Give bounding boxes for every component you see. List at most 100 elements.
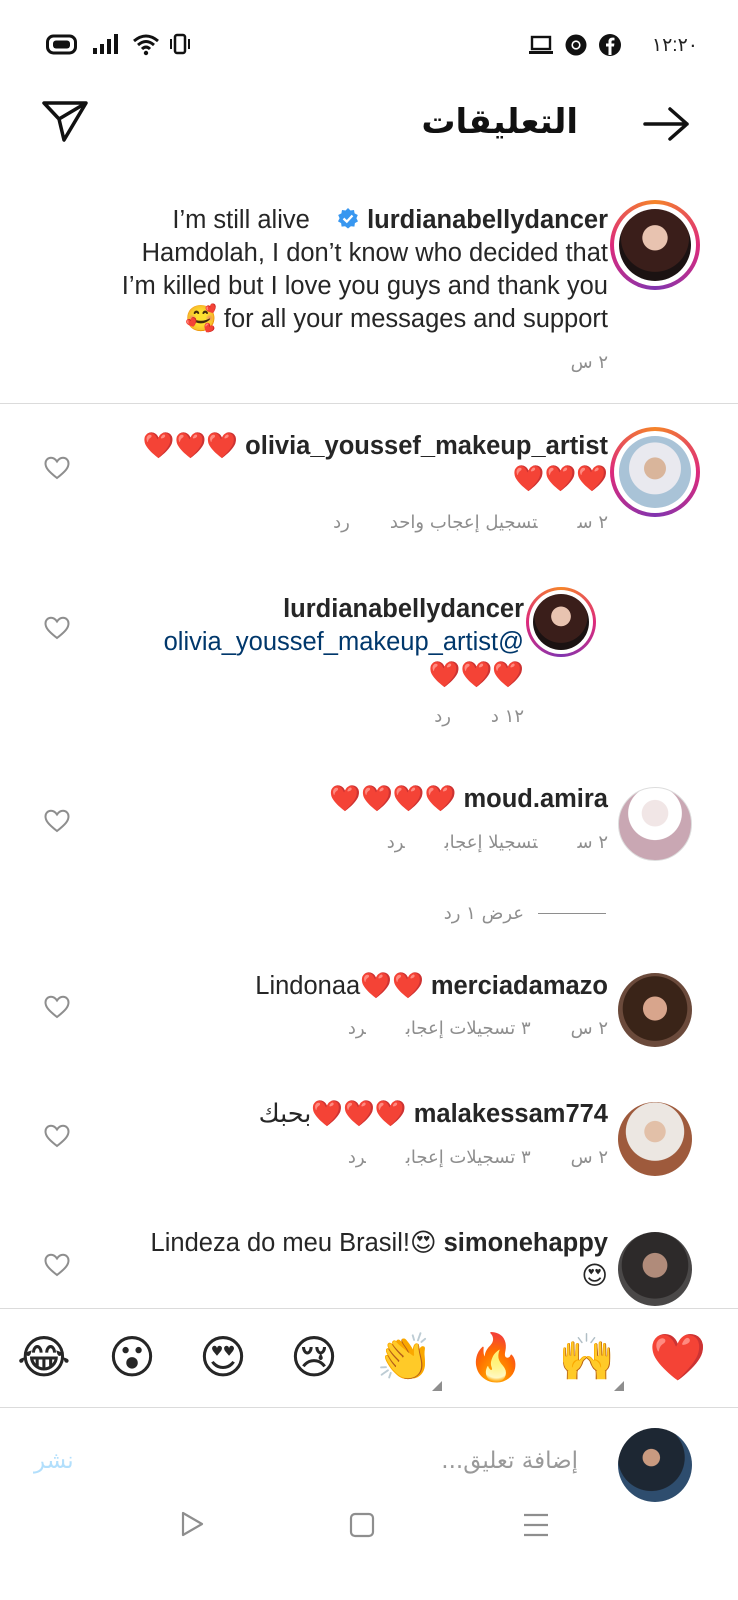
comment-username[interactable]: olivia_youssef_makeup_artist <box>245 432 608 460</box>
comment-composer: إضافة تعليق... نشر <box>0 1408 738 1518</box>
reply-button[interactable]: رد <box>348 1147 366 1168</box>
signal-icon <box>93 34 118 54</box>
caption-emoji: 🥰 <box>185 305 217 333</box>
chrome-icon <box>565 34 587 56</box>
comment-username[interactable]: lurdianabellydancer <box>64 593 524 626</box>
post-button[interactable]: نشر <box>34 1448 74 1474</box>
comment-body: Lindonaa❤️❤️ <box>255 972 424 1000</box>
comment-avatar-ring[interactable] <box>610 427 700 517</box>
system-nav-bar <box>0 1511 738 1600</box>
view-replies-line <box>538 913 606 914</box>
like-heart-icon[interactable] <box>44 809 70 833</box>
like-heart-icon[interactable] <box>44 456 70 480</box>
skin-tone-indicator-icon <box>614 1381 624 1391</box>
comment-body: ❤️❤️❤️ <box>428 661 524 689</box>
caption-line: I’m still alive <box>172 206 310 234</box>
view-replies-button[interactable]: عرض ١ رد <box>444 903 524 924</box>
comment-meta: ٢ س تسجيل إعجاب واحد رد <box>293 512 608 533</box>
caption-text: I’m still alive lurdianabellydancer Hamd… <box>48 204 608 336</box>
avatar <box>619 436 691 508</box>
emoji-raising-hands[interactable]: 🙌 <box>555 1327 619 1387</box>
reply-button[interactable]: رد <box>387 832 405 853</box>
comment-input[interactable]: إضافة تعليق... <box>441 1448 578 1474</box>
emoji-crying[interactable]: 😢 <box>282 1327 346 1387</box>
comment-likes[interactable]: ٣ تسجيلات إعجاب <box>406 1147 531 1168</box>
status-time: ١٢:٢٠ <box>651 35 698 56</box>
comment-time: ٢ س <box>577 512 608 533</box>
status-bar: ١٢:٢٠ <box>0 0 738 90</box>
reply-button[interactable]: رد <box>333 512 350 533</box>
avatar[interactable] <box>618 787 692 861</box>
emoji-heart-eyes[interactable]: 😍 <box>191 1327 255 1387</box>
like-heart-icon[interactable] <box>44 1253 70 1277</box>
emoji-laughing[interactable]: 😂 <box>12 1327 76 1387</box>
skin-tone-indicator-icon <box>432 1381 442 1391</box>
home-square-icon[interactable] <box>348 1511 376 1539</box>
reply-button[interactable]: رد <box>348 1018 366 1039</box>
share-direct-icon[interactable] <box>40 98 90 144</box>
emoji-fire[interactable]: 🔥 <box>464 1327 528 1387</box>
page-title: التعليقات <box>421 102 578 142</box>
mention-link[interactable]: olivia_youssef_makeup_artist@ <box>64 626 524 659</box>
emoji-clapping[interactable]: 👏 <box>373 1327 437 1387</box>
back-triangle-icon[interactable] <box>178 1510 206 1538</box>
comment-text: Lindonaa❤️❤️ merciadamazo <box>88 970 608 1003</box>
comment-text: ❤️❤️❤️❤️ moud.amira <box>88 783 608 816</box>
comment-text: Lindeza do meu Brasil!😍 simonehappy 😍 <box>88 1227 608 1293</box>
like-heart-icon[interactable] <box>44 616 70 640</box>
caption-avatar-ring[interactable] <box>610 200 700 290</box>
comment-body: ❤️❤️❤️ <box>512 465 608 493</box>
comment-text: بحبك❤️❤️❤️ malakessam774 <box>88 1098 608 1131</box>
comment-likes[interactable]: تسجيل إعجاب واحد <box>390 512 538 533</box>
comment-meta: ٢ س تسجيلا إعجاب رد <box>347 832 608 853</box>
caption-divider <box>0 403 738 404</box>
comment-body: ❤️❤️❤️ <box>142 432 239 460</box>
comment-time: ٢ س <box>577 832 608 853</box>
current-user-avatar <box>618 1428 692 1502</box>
comment-time: ١٢ د <box>490 706 524 727</box>
emoji-heart[interactable]: ❤️ <box>646 1327 710 1387</box>
comment-meta: ١٢ د رد <box>394 706 524 727</box>
wifi-icon <box>133 34 159 56</box>
battery-icon <box>46 34 77 55</box>
emoji-surprised[interactable]: 😮 <box>100 1327 164 1387</box>
caption-time: ٢ س <box>570 352 608 373</box>
comment-body: Lindeza do meu Brasil!😍 <box>150 1229 437 1257</box>
caption-line: for all your messages and support <box>223 305 608 333</box>
header: التعليقات <box>0 90 738 165</box>
comment-meta: ٢ س ٣ تسجيلات إعجاب رد <box>308 1018 608 1039</box>
comment-username[interactable]: malakessam774 <box>414 1100 608 1128</box>
caption-line: I’m killed but I love you guys and thank… <box>121 272 608 300</box>
avatar <box>619 209 691 281</box>
comment-username[interactable]: moud.amira <box>463 785 608 813</box>
vibrate-icon <box>170 33 190 55</box>
avatar[interactable] <box>618 973 692 1047</box>
caption-username[interactable]: lurdianabellydancer <box>367 206 608 234</box>
comment-username[interactable]: merciadamazo <box>431 972 608 1000</box>
comment-body: بحبك❤️❤️❤️ <box>258 1100 407 1128</box>
comment-time: ٢ س <box>570 1018 608 1039</box>
comment-body: ❤️❤️❤️❤️ <box>329 785 457 813</box>
comment-meta: ٢ س ٣ تسجيلات إعجاب رد <box>308 1147 608 1168</box>
comment-username[interactable]: simonehappy <box>444 1229 608 1257</box>
avatar <box>533 594 589 650</box>
comment-likes[interactable]: ٣ تسجيلات إعجاب <box>406 1018 531 1039</box>
avatar[interactable] <box>618 1102 692 1176</box>
reply-button[interactable]: رد <box>434 706 451 727</box>
facebook-icon <box>599 34 621 56</box>
comment-text: ❤️❤️❤️ olivia_youssef_makeup_artist ❤️❤️… <box>88 430 608 496</box>
reply-avatar-ring[interactable] <box>526 587 596 657</box>
emoji-quick-bar: ❤️ 🙌 🔥 👏 😢 😍 😮 😂 <box>0 1308 738 1408</box>
caption-line: Hamdolah, I don’t know who decided that <box>141 239 608 267</box>
avatar[interactable] <box>618 1232 692 1306</box>
comment-likes[interactable]: تسجيلا إعجاب <box>445 832 538 853</box>
like-heart-icon[interactable] <box>44 995 70 1019</box>
back-arrow-icon[interactable] <box>642 104 692 144</box>
verified-badge-icon <box>337 208 358 229</box>
menu-lines-icon[interactable] <box>522 1512 550 1538</box>
comment-body: 😍 <box>581 1262 608 1290</box>
comment-time: ٢ س <box>570 1147 608 1168</box>
like-heart-icon[interactable] <box>44 1124 70 1148</box>
laptop-icon <box>529 35 553 54</box>
reply-text: lurdianabellydancer olivia_youssef_makeu… <box>64 593 524 692</box>
